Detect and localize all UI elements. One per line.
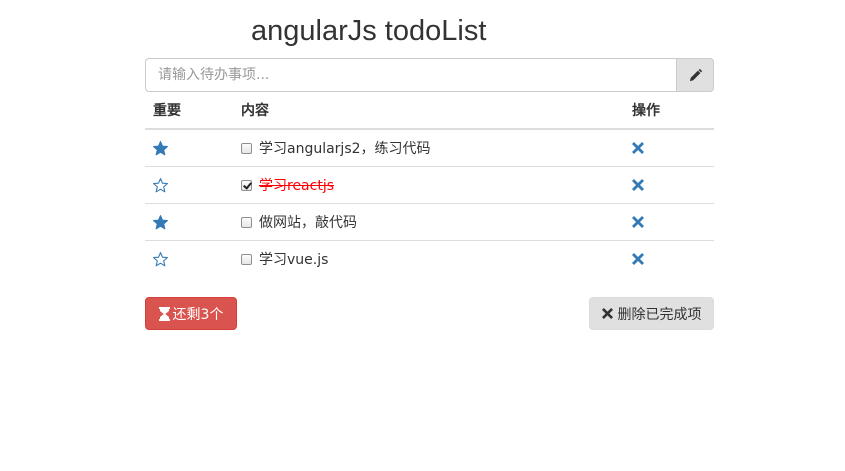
important-cell xyxy=(145,166,233,204)
todo-text: 学习vue.js xyxy=(259,252,329,268)
star-filled-icon[interactable] xyxy=(153,214,168,230)
todo-text: 学习angularjs2，练习代码 xyxy=(259,141,431,157)
pencil-icon xyxy=(689,68,702,81)
remaining-count-button[interactable]: 还剩3个 xyxy=(145,297,237,330)
header-content: 内容 xyxy=(233,92,624,130)
done-checkbox[interactable] xyxy=(241,142,252,154)
delete-icon[interactable] xyxy=(632,142,644,154)
delete-icon[interactable] xyxy=(632,216,644,228)
table-row: 学习angularjs2，练习代码 xyxy=(145,129,714,167)
todo-text: 学习reactjs xyxy=(259,178,335,194)
todo-input-group xyxy=(145,58,714,92)
action-cell xyxy=(624,240,714,277)
table-header-row: 重要 内容 操作 xyxy=(145,92,714,130)
star-filled-icon[interactable] xyxy=(153,140,168,156)
action-cell xyxy=(624,129,714,167)
delete-icon[interactable] xyxy=(632,253,644,265)
header-important: 重要 xyxy=(145,92,233,130)
done-checkbox[interactable] xyxy=(241,216,252,228)
star-empty-icon[interactable] xyxy=(153,177,168,193)
action-cell xyxy=(624,203,714,241)
important-cell xyxy=(145,240,233,277)
important-cell xyxy=(145,129,233,167)
table-row: 学习reactjs xyxy=(145,166,714,204)
hourglass-icon xyxy=(158,306,170,321)
content-cell: 学习vue.js xyxy=(233,240,624,277)
todo-input[interactable] xyxy=(145,58,676,92)
action-cell xyxy=(624,166,714,204)
remove-icon xyxy=(601,308,613,319)
add-todo-button[interactable] xyxy=(676,58,714,92)
content-cell: 做网站，敲代码 xyxy=(233,203,624,241)
important-cell xyxy=(145,203,233,241)
content-cell: 学习reactjs xyxy=(233,166,624,204)
remaining-count-label: 还剩3个 xyxy=(172,306,224,323)
content-cell: 学习angularjs2，练习代码 xyxy=(233,129,624,167)
table-row: 做网站，敲代码 xyxy=(145,203,714,241)
done-checkbox-checked[interactable] xyxy=(241,179,252,191)
page-title: angularJs todoList xyxy=(251,15,487,47)
todo-text: 做网站，敲代码 xyxy=(259,215,357,231)
done-checkbox[interactable] xyxy=(241,253,252,265)
delete-icon[interactable] xyxy=(632,179,644,191)
table-row: 学习vue.js xyxy=(145,240,714,277)
star-empty-icon[interactable] xyxy=(153,251,168,267)
todo-table: 重要 内容 操作 学习angularjs2，练习代码 学习reactjs 做网站，敲… xyxy=(145,92,714,277)
header-action: 操作 xyxy=(624,92,714,130)
clear-completed-label: 删除已完成项 xyxy=(617,306,702,323)
clear-completed-button[interactable]: 删除已完成项 xyxy=(589,297,714,330)
